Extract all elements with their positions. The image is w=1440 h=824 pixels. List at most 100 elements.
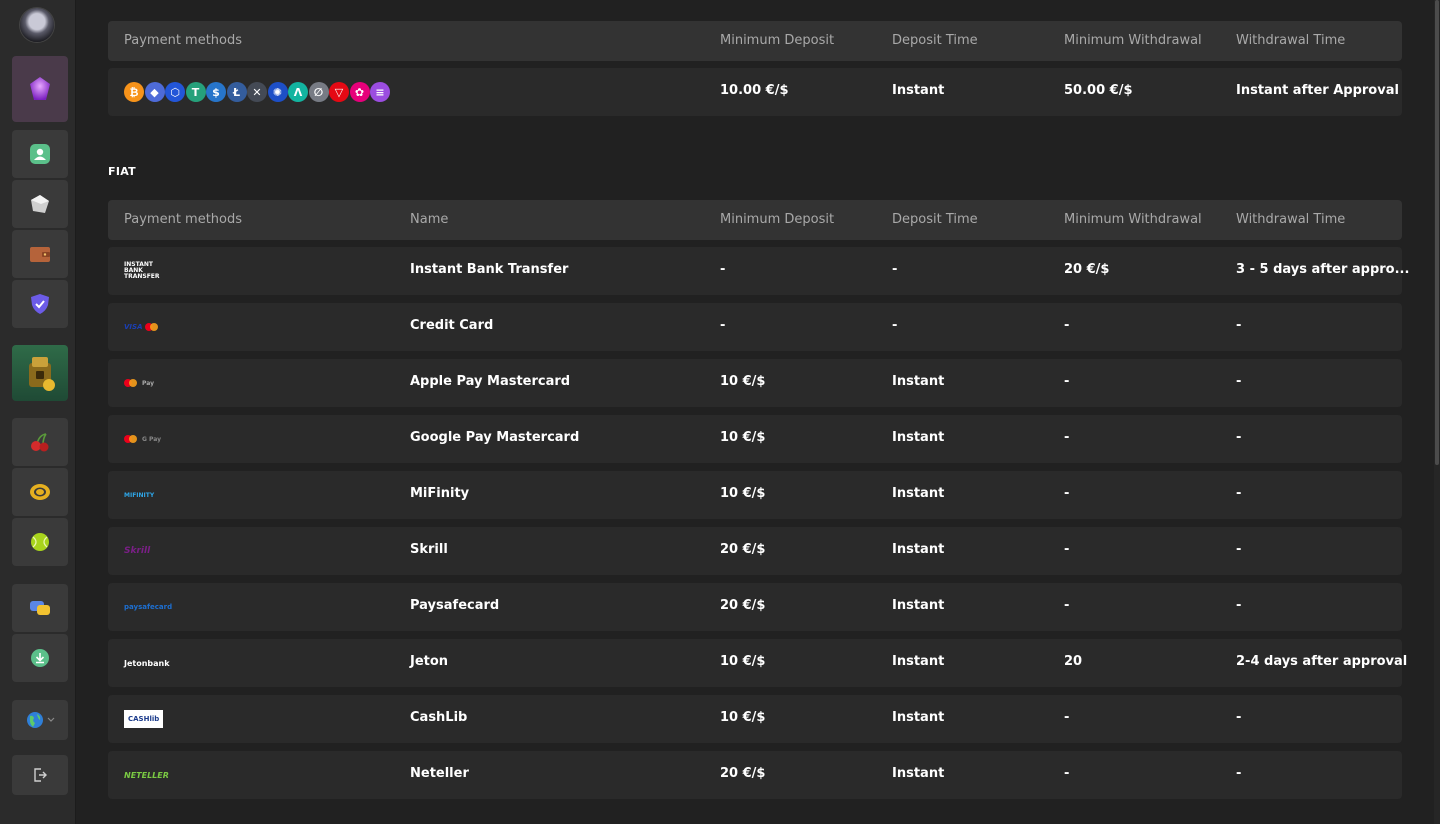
min-deposit: 20 €/$ (720, 542, 766, 557)
header-deposit-time: Deposit Time (892, 212, 978, 227)
sidebar-chat-button[interactable] (12, 584, 68, 632)
sidebar-promo-button[interactable] (12, 345, 68, 401)
deposit-time: Instant (892, 486, 945, 501)
header-withdrawal-time: Withdrawal Time (1236, 212, 1346, 227)
neteller-logo: NETELLER (124, 751, 169, 799)
header-minimum-withdrawal: Minimum Withdrawal (1064, 212, 1202, 227)
tether-icon: T (185, 82, 206, 102)
method-name: MiFinity (410, 486, 470, 501)
polkadot-icon: ✿ (349, 82, 370, 102)
scrollbar-thumb[interactable] (1435, 0, 1439, 465)
sidebar-security-button[interactable] (12, 280, 68, 328)
cashlib-logo: CASHlib (124, 695, 164, 743)
method-name: Credit Card (410, 318, 494, 333)
withdrawal-time: 3 - 5 days after appro... (1236, 262, 1410, 277)
user-icon (30, 144, 50, 164)
fiat-table-row: Skrill Skrill 20 €/$ Instant - - (108, 527, 1402, 575)
dice-icon (31, 195, 49, 213)
mastercard-icon (145, 323, 159, 331)
fiat-section-label: FIAT (108, 165, 136, 178)
sidebar-wallet-button[interactable] (12, 230, 68, 278)
withdrawal-time: - (1236, 542, 1242, 557)
sidebar-slots-button[interactable] (12, 418, 68, 466)
deposit-time: Instant (892, 654, 945, 669)
apple-pay-mastercard-logo: Pay (124, 359, 154, 407)
min-withdrawal: - (1064, 318, 1070, 333)
method-name: Neteller (410, 766, 469, 781)
scrollbar[interactable] (1434, 0, 1440, 824)
sidebar-logout-button[interactable] (12, 755, 68, 795)
min-withdrawal: - (1064, 430, 1070, 445)
min-deposit: - (720, 318, 726, 333)
method-name: Paysafecard (410, 598, 500, 613)
logo-text: CASHlib (124, 710, 164, 728)
tron-icon: ▽ (329, 82, 349, 102)
fiat-table-row: paysafecard Paysafecard 20 €/$ Instant - - (108, 583, 1402, 631)
crypto-table-header: Payment methods Minimum Deposit Deposit … (108, 21, 1402, 61)
min-deposit: - (720, 262, 726, 277)
shield-icon (31, 294, 49, 314)
sidebar-language-button[interactable] (12, 700, 68, 740)
withdrawal-time: - (1236, 766, 1242, 781)
withdrawal-time: 2-4 days after approval (1236, 654, 1408, 669)
globe-icon (26, 712, 43, 728)
fiat-table-header: Payment methods Name Minimum Deposit Dep… (108, 200, 1402, 240)
stellar-icon: ∅ (308, 82, 329, 102)
header-payment-methods: Payment methods (124, 212, 243, 227)
withdrawal-time: - (1236, 374, 1242, 389)
min-withdrawal: - (1064, 542, 1070, 557)
method-name: Instant Bank Transfer (410, 262, 569, 277)
header-payment-methods: Payment methods (124, 33, 243, 48)
deposit-time: Instant (892, 542, 945, 557)
header-minimum-deposit: Minimum Deposit (720, 212, 835, 227)
sidebar-vip-button[interactable] (12, 56, 68, 122)
sidebar-games-button[interactable] (12, 180, 68, 228)
min-withdrawal: 20 €/$ (1064, 262, 1110, 277)
min-withdrawal: - (1064, 486, 1070, 501)
logo-text: VISA (124, 323, 143, 331)
litecoin-icon: Ł (226, 82, 247, 102)
avatar[interactable] (20, 8, 54, 42)
usdc-icon: $ (206, 82, 226, 102)
treasure-icon (29, 357, 55, 391)
mifinity-logo: MIFINITY (124, 471, 154, 519)
min-deposit: 20 €/$ (720, 766, 766, 781)
cardano-ada-icon: ✺ (267, 82, 288, 102)
fiat-table-row: CASHlib CashLib 10 €/$ Instant - - (108, 695, 1402, 743)
min-deposit: 10 €/$ (720, 654, 766, 669)
sidebar-profile-button[interactable] (12, 130, 68, 178)
logo-text: G Pay (142, 435, 162, 443)
sidebar (0, 0, 76, 824)
min-deposit: 10 €/$ (720, 374, 766, 389)
crypto-coin-icons: ₿ ◆ ⬡ T $ Ł ✕ ✺ Λ ∅ ▽ ✿ ≡ (124, 68, 391, 116)
withdrawal-time: - (1236, 318, 1242, 333)
method-name: Jeton (410, 654, 449, 669)
tennis-ball-icon (31, 533, 49, 551)
logo-text: paysafecard (124, 603, 173, 611)
solana-icon: ≡ (370, 82, 390, 102)
withdrawal-time: - (1236, 430, 1242, 445)
min-withdrawal: - (1064, 766, 1070, 781)
fiat-table-row: MIFINITY MiFinity 10 €/$ Instant - - (108, 471, 1402, 519)
fiat-table-row: G Pay Google Pay Mastercard 10 €/$ Instant -… (108, 415, 1402, 463)
min-deposit: 20 €/$ (720, 598, 766, 613)
header-withdrawal-time: Withdrawal Time (1236, 33, 1346, 48)
logo-text: Skrill (124, 546, 151, 556)
header-name: Name (410, 212, 449, 227)
header-minimum-deposit: Minimum Deposit (720, 33, 835, 48)
skrill-logo: Skrill (124, 527, 150, 575)
logo-text: NETELLER (124, 770, 169, 780)
deposit-time: Instant (892, 766, 945, 781)
deposit-time: Instant (892, 710, 945, 725)
ethereum-icon: ◆ (144, 82, 165, 102)
instant-bank-transfer-logo: INSTANT BANK TRANSFER (124, 247, 160, 295)
fiat-table-row: INSTANT BANK TRANSFER Instant Bank Transf… (108, 247, 1409, 295)
method-name: CashLib (410, 710, 468, 725)
deposit-time: - (892, 318, 898, 333)
logo-text: MIFINITY (124, 491, 155, 499)
logout-icon (34, 768, 47, 782)
sidebar-live-casino-button[interactable] (12, 468, 68, 516)
sidebar-sports-button[interactable] (12, 518, 68, 566)
withdrawal-time: - (1236, 486, 1242, 501)
sidebar-download-button[interactable] (12, 634, 68, 682)
